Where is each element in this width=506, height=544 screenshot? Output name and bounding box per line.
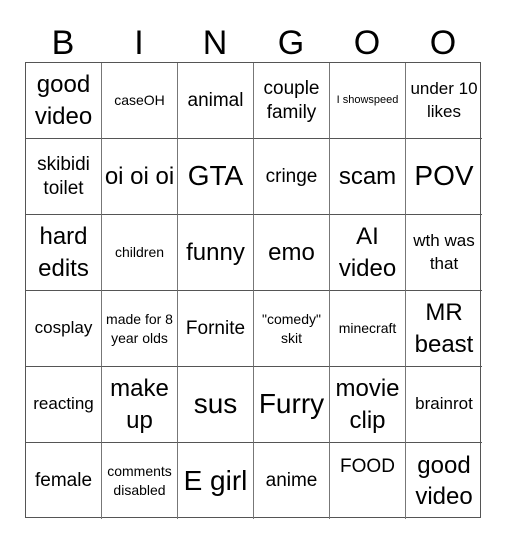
bingo-cell[interactable]: AI video	[330, 215, 406, 291]
bingo-cell-text: scam	[338, 162, 397, 190]
bingo-cell-text: "comedy" skit	[262, 310, 321, 346]
bingo-cell[interactable]: cosplay	[26, 291, 102, 367]
bingo-cell[interactable]: MR beast	[406, 291, 482, 367]
bingo-cell[interactable]: E girl	[178, 443, 254, 519]
bingo-cell[interactable]: good video	[406, 443, 482, 519]
header-letter-n: N	[202, 24, 228, 62]
bingo-cell-text: children	[114, 244, 165, 261]
bingo-cell-text: animal	[187, 89, 244, 111]
bingo-cell[interactable]: sus	[178, 367, 254, 443]
bingo-cell-text: cringe	[265, 165, 318, 187]
bingo-cell[interactable]: couple family	[254, 63, 330, 139]
bingo-cell[interactable]: emo	[254, 215, 330, 291]
bingo-cell[interactable]: movie clip	[330, 367, 406, 443]
bingo-cell-text: female	[34, 470, 93, 492]
bingo-cell[interactable]: hard edits	[26, 215, 102, 291]
bingo-cell-text: good video	[415, 451, 473, 510]
bingo-cell-text: sus	[193, 388, 238, 420]
header-letter-g: G	[277, 24, 305, 62]
bingo-cell[interactable]: Fornite	[178, 291, 254, 367]
bingo-cell-text: under 10 likes	[410, 79, 478, 121]
bingo-cell-text: funny	[186, 238, 245, 266]
bingo-cell[interactable]: made for 8 year olds	[102, 291, 178, 367]
bingo-cell-text: hard edits	[38, 223, 89, 282]
bingo-cell-text: reacting	[33, 394, 94, 414]
bingo-cell-text: oi oi oi	[104, 162, 175, 190]
bingo-cell[interactable]: GTA	[178, 139, 254, 215]
bingo-cell-text: MR beast	[414, 299, 474, 358]
bingo-cell[interactable]: minecraft	[330, 291, 406, 367]
bingo-cell[interactable]: wth was that	[406, 215, 482, 291]
bingo-cell-text: I showspeed	[336, 94, 399, 107]
bingo-cell[interactable]: brainrot	[406, 367, 482, 443]
bingo-cell-text: AI video	[338, 223, 397, 282]
bingo-cell[interactable]: I showspeed	[330, 63, 406, 139]
bingo-cell[interactable]: female	[26, 443, 102, 519]
bingo-cell-text: anime	[265, 470, 318, 492]
bingo-cell-text: emo	[268, 238, 315, 266]
bingo-cell[interactable]: comments disabled	[102, 443, 178, 519]
bingo-card-grid: good video caseOH animal couple family I sho…	[25, 62, 482, 519]
header-letter-o2: O	[429, 24, 457, 62]
bingo-cell[interactable]: make up	[102, 367, 178, 443]
bingo-cell-text: POV	[414, 160, 474, 192]
bingo-cell-text: brainrot	[415, 394, 473, 414]
bingo-cell-text: caseOH	[114, 92, 165, 109]
bingo-cell[interactable]: caseOH	[102, 63, 178, 139]
bingo-cell-text: good video	[34, 71, 93, 130]
bingo-cell-text: E girl	[183, 464, 248, 496]
bingo-cell[interactable]: Furry	[254, 367, 330, 443]
bingo-cell-text: skibidi toilet	[37, 153, 90, 199]
bingo-cell[interactable]: oi oi oi	[102, 139, 178, 215]
bingo-cell-text: FOOD	[340, 456, 395, 477]
bingo-cell[interactable]: under 10 likes	[406, 63, 482, 139]
bingo-cell[interactable]: POV	[406, 139, 482, 215]
bingo-cell-text: Fornite	[185, 317, 246, 339]
bingo-cell-text: couple family	[263, 77, 320, 123]
bingo-cell[interactable]: animal	[178, 63, 254, 139]
bingo-cell[interactable]: anime	[254, 443, 330, 519]
bingo-cell-text: minecraft	[338, 320, 397, 337]
bingo-cell[interactable]: scam	[330, 139, 406, 215]
bingo-cell[interactable]: good video	[26, 63, 102, 139]
bingo-cell-text: made for 8 year olds	[106, 310, 173, 346]
bingo-cell[interactable]: "comedy" skit	[254, 291, 330, 367]
bingo-cell-text: GTA	[187, 160, 244, 192]
header-letter-i: I	[134, 24, 144, 62]
bingo-cell-text: make up	[110, 375, 169, 434]
bingo-header: B I N G O O	[25, 24, 481, 62]
bingo-cell-text: Furry	[258, 388, 325, 420]
bingo-cell-text: cosplay	[34, 318, 93, 338]
header-letter-b: B	[51, 24, 75, 62]
bingo-cell[interactable]: funny	[178, 215, 254, 291]
bingo-cell-text: comments disabled	[107, 463, 172, 498]
bingo-cell[interactable]: children	[102, 215, 178, 291]
header-letter-o: O	[353, 24, 381, 62]
bingo-cell[interactable]: reacting	[26, 367, 102, 443]
bingo-cell[interactable]: cringe	[254, 139, 330, 215]
bingo-cell[interactable]: FOOD	[330, 443, 406, 519]
bingo-cell-text: movie clip	[335, 375, 400, 434]
bingo-cell-text: wth was that	[413, 231, 475, 273]
bingo-cell[interactable]: skibidi toilet	[26, 139, 102, 215]
